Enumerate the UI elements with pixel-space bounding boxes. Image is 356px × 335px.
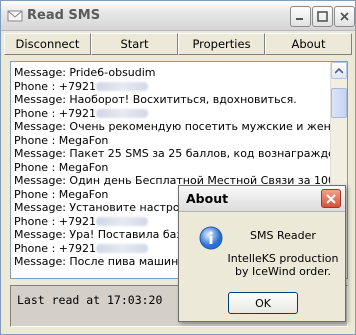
- maximize-icon: [317, 11, 328, 22]
- status-text: Last read at 17:03:20: [17, 293, 163, 307]
- scroll-up-icon: [335, 67, 343, 74]
- message-line-text: Phone : MegaFon: [14, 160, 109, 174]
- ok-button[interactable]: OK: [228, 292, 298, 314]
- dialog-title: About: [186, 191, 229, 206]
- info-icon: [199, 226, 223, 250]
- message-line-text: Phone : +7921: [14, 214, 96, 228]
- redacted-number: [95, 109, 148, 118]
- close-icon: [326, 193, 336, 204]
- message-line-text: Message: Наоборот! Восхититься, вдохнови…: [14, 93, 297, 106]
- envelope-icon: [7, 10, 23, 22]
- message-line: Message: Pride6-obsudim: [14, 66, 332, 80]
- properties-button[interactable]: Properties: [178, 33, 265, 55]
- about-app-name: SMS Reader: [250, 229, 316, 242]
- message-line-text: Message: Очень рекомендую посетить мужск…: [14, 120, 332, 133]
- message-line: Phone : +7921: [14, 107, 332, 121]
- message-line-text: Phone : +7921: [14, 106, 96, 120]
- message-line-text: Phone : MegaFon: [14, 187, 109, 201]
- toolbar: Disconnect Start Properties About: [4, 33, 352, 55]
- message-line-text: Message: Ура! Поставила базу: [14, 228, 189, 241]
- disconnect-button[interactable]: Disconnect: [4, 33, 91, 55]
- message-line-text: Message: Pride6-obsudim: [14, 66, 156, 79]
- close-button[interactable]: [334, 6, 355, 27]
- message-line-text: Phone : +7921: [14, 241, 96, 255]
- about-producer: IntelleKS production: [227, 252, 339, 265]
- about-button[interactable]: About: [265, 33, 352, 55]
- window-title: Read SMS: [27, 8, 101, 23]
- minimize-icon: [296, 18, 303, 20]
- about-dialog: About SMS Reader IntelleKS production by…: [178, 185, 346, 322]
- message-line: Phone : +7921: [14, 80, 332, 94]
- title-bar[interactable]: Read SMS: [1, 1, 355, 31]
- message-line-text: Message: Пакет 25 SMS за 25 баллов, код …: [14, 147, 332, 160]
- message-line: Phone : MegaFon: [14, 161, 332, 175]
- message-line-text: Phone : +7921: [14, 79, 96, 93]
- close-icon: [340, 12, 349, 21]
- redacted-number: [95, 82, 148, 91]
- message-line-text: Message: После пива машина су: [14, 255, 202, 268]
- scroll-up-button[interactable]: [331, 62, 347, 79]
- redacted-number: [95, 217, 148, 226]
- scroll-thumb[interactable]: [331, 88, 347, 118]
- message-line-text: Phone : MegaFon: [14, 133, 109, 147]
- dialog-title-bar[interactable]: About: [179, 186, 345, 212]
- about-order: by IceWind order.: [234, 265, 331, 278]
- start-button[interactable]: Start: [91, 33, 178, 55]
- message-line: Phone : MegaFon: [14, 134, 332, 148]
- message-line: Message: Пакет 25 SMS за 25 баллов, код …: [14, 147, 332, 161]
- minimize-button[interactable]: [290, 6, 311, 27]
- dialog-close-button[interactable]: [321, 189, 341, 208]
- message-line: Message: Наоборот! Восхититься, вдохнови…: [14, 93, 332, 107]
- maximize-button[interactable]: [312, 6, 333, 27]
- redacted-number: [95, 244, 148, 253]
- message-line: Message: Очень рекомендую посетить мужск…: [14, 120, 332, 134]
- message-line-text: Message: Установите настройки: [14, 201, 201, 214]
